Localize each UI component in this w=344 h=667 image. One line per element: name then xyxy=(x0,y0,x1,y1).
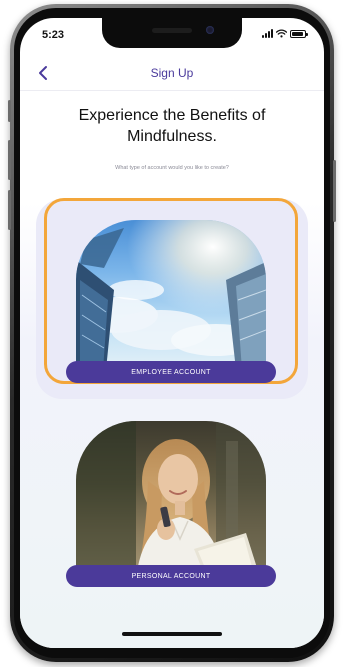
headline: Experience the Benefits of Mindfulness. xyxy=(78,107,266,145)
cellular-signal-icon xyxy=(262,29,273,38)
top-nav-bar: Sign Up xyxy=(20,56,324,91)
notch xyxy=(102,18,242,48)
signup-content: Experience the Benefits of Mindfulness. … xyxy=(20,91,324,648)
earpiece-speaker xyxy=(152,28,192,33)
status-icons xyxy=(262,29,308,38)
personal-account-button[interactable]: PERSONAL ACCOUNT xyxy=(66,565,276,587)
account-type-prompt: What type of account would you like to c… xyxy=(115,165,229,171)
mute-switch xyxy=(8,100,11,122)
status-time: 5:23 xyxy=(42,29,65,41)
front-camera xyxy=(206,26,214,34)
power-button xyxy=(333,160,336,222)
battery-icon xyxy=(290,29,308,38)
employee-account-button[interactable]: EMPLOYEE ACCOUNT xyxy=(66,361,276,383)
page-title: Sign Up xyxy=(150,66,194,80)
home-indicator[interactable] xyxy=(122,632,222,636)
selected-card-highlight xyxy=(44,198,298,384)
volume-up-button xyxy=(8,140,11,180)
phone-screen: 5:23 Sign Up Experience the Benefits of … xyxy=(20,18,324,648)
woman-with-phone-illustration xyxy=(76,421,266,579)
personal-account-image[interactable] xyxy=(76,421,266,579)
wifi-icon xyxy=(276,29,287,38)
volume-down-button xyxy=(8,190,11,230)
